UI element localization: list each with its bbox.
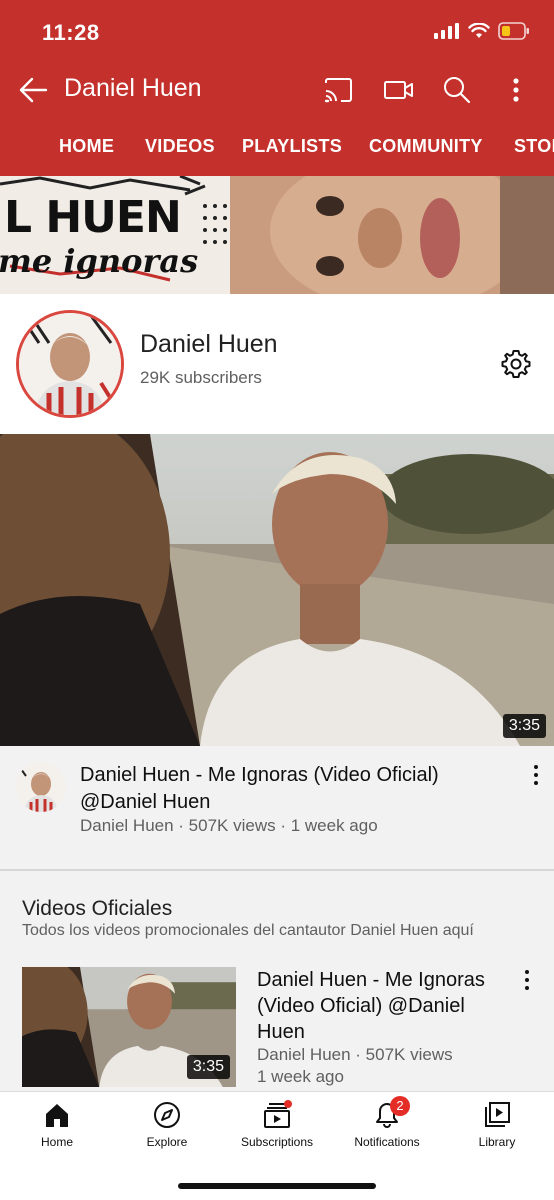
app-bar: Daniel Huen <box>0 60 554 120</box>
avatar-image <box>16 762 66 812</box>
status-time: 11:28 <box>42 20 100 45</box>
section-title: Videos Oficiales <box>22 897 173 920</box>
featured-video-duration: 3:35 <box>502 714 546 738</box>
nav-library-label: Library <box>478 1135 516 1149</box>
channel-name: Daniel Huen <box>140 330 278 358</box>
search-icon[interactable] <box>441 74 473 106</box>
status-icons <box>434 22 530 40</box>
featured-video-details[interactable]: Daniel Huen - Me Ignoras (Video Oficial)… <box>0 746 554 870</box>
home-icon <box>46 1104 68 1127</box>
banner-artist-text: L HUEN <box>4 192 182 243</box>
subscriber-count: 29K subscribers <box>140 368 262 387</box>
video-item-more-icon[interactable] <box>520 969 534 991</box>
section-subtitle: Todos los videos promocionales del canta… <box>22 922 474 939</box>
bottom-navigation: Home Explore Subscriptions 2 Notificatio… <box>0 1091 554 1200</box>
video-age: 1 week ago <box>257 1067 344 1086</box>
nav-explore-label: Explore <box>146 1135 188 1149</box>
channel-header: Daniel Huen 29K subscribers <box>0 294 554 434</box>
channel-avatar[interactable] <box>16 310 124 418</box>
home-indicator <box>178 1183 376 1189</box>
library-icon <box>485 1102 510 1127</box>
tab-playlists[interactable]: PLAYLISTS <box>242 136 342 157</box>
nav-explore[interactable]: Explore <box>112 1100 222 1149</box>
channel-tabs: HOME VIDEOS PLAYLISTS COMMUNITY STORE <box>0 120 554 176</box>
featured-video-image <box>0 434 554 746</box>
notification-badge: 2 <box>390 1096 410 1116</box>
video-duration: 3:35 <box>186 1055 230 1079</box>
nav-notifications-label: Notifications <box>354 1135 420 1149</box>
back-arrow-icon[interactable] <box>18 76 48 104</box>
signal-icon <box>434 23 459 39</box>
avatar-image <box>19 313 121 415</box>
nav-notifications[interactable]: 2 Notifications <box>332 1096 442 1149</box>
status-bar: 11:28 <box>0 0 554 60</box>
nav-home-label: Home <box>40 1135 73 1149</box>
featured-video-meta: Daniel Huen · 507K views · 1 week ago <box>80 816 378 835</box>
video-title[interactable]: Daniel Huen - Me Ignoras (Video Oficial)… <box>257 967 507 1045</box>
bell-icon-wrap: 2 <box>372 1096 410 1130</box>
cast-icon[interactable] <box>322 74 354 106</box>
banner-song-text: me ignoras <box>0 242 199 280</box>
video-camera-icon[interactable] <box>382 74 414 106</box>
tab-videos[interactable]: VIDEOS <box>145 136 215 157</box>
nav-subscriptions[interactable]: Subscriptions <box>222 1100 332 1149</box>
tab-store[interactable]: STORE <box>514 136 554 157</box>
nav-library[interactable]: Library <box>442 1100 552 1149</box>
channel-banner: L HUEN me ignoras <box>0 176 554 294</box>
compass-icon <box>154 1102 180 1128</box>
wifi-icon <box>468 23 490 38</box>
videos-oficiales-section: Videos Oficiales Todos los videos promoc… <box>0 871 554 1091</box>
subscriptions-icon <box>264 1100 292 1128</box>
app-bar-title: Daniel Huen <box>64 74 202 102</box>
nav-home[interactable]: Home <box>2 1100 112 1149</box>
tab-home[interactable]: HOME <box>59 136 114 157</box>
featured-video-thumbnail[interactable]: 3:35 <box>0 434 554 746</box>
featured-video-title[interactable]: Daniel Huen - Me Ignoras (Video Oficial)… <box>80 762 490 816</box>
subscriptions-icon-wrap <box>262 1100 292 1130</box>
more-vertical-icon[interactable] <box>500 74 532 106</box>
tab-community[interactable]: COMMUNITY <box>369 136 483 157</box>
video-more-icon[interactable] <box>529 764 543 786</box>
video-channel-views: Daniel Huen · 507K views <box>257 1045 453 1064</box>
gear-icon[interactable] <box>500 348 532 380</box>
nav-subscriptions-label: Subscriptions <box>240 1135 314 1149</box>
video-thumbnail[interactable]: 3:35 <box>22 967 236 1087</box>
video-channel-avatar[interactable] <box>16 762 66 812</box>
battery-icon <box>498 22 529 40</box>
